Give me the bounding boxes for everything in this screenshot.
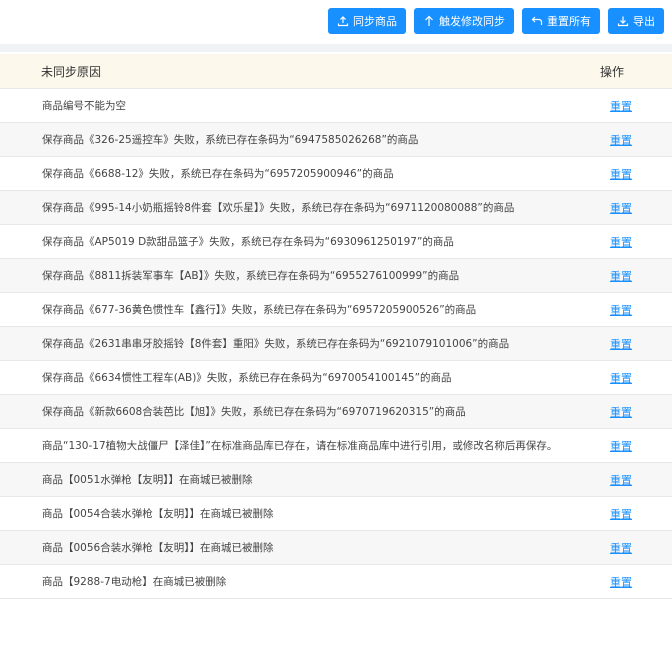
row-reset-link[interactable]: 重置 (610, 200, 672, 216)
row-reason: 商品编号不能为空 (42, 100, 126, 112)
table-row: 保存商品《677-36黄色惯性车【鑫行】》失败，系统已存在条码为“6957205… (0, 293, 672, 327)
table-row: 商品编号不能为空 重置 (0, 89, 672, 123)
row-reason: 保存商品《677-36黄色惯性车【鑫行】》失败，系统已存在条码为“6957205… (42, 304, 477, 316)
table-row: 保存商品《8811拆装军事车【AB】》失败，系统已存在条码为“695527610… (0, 259, 672, 293)
table-header: 未同步原因 操作 (0, 54, 672, 89)
arrow-up-icon (423, 15, 435, 27)
row-reset-link[interactable]: 重置 (610, 336, 672, 352)
row-reset-link[interactable]: 重置 (610, 302, 672, 318)
row-reset-link[interactable]: 重置 (610, 404, 672, 420)
table-row: 保存商品《AP5019 D款甜品篮子》失败，系统已存在条码为“693096125… (0, 225, 672, 259)
row-reset-link[interactable]: 重置 (610, 234, 672, 250)
table-row: 保存商品《326-25遥控车》失败，系统已存在条码为“6947585026268… (0, 123, 672, 157)
table-row: 商品【0054合装水弹枪【友明】】在商城已被删除 重置 (0, 497, 672, 531)
row-reset-link[interactable]: 重置 (610, 370, 672, 386)
table-row: 商品【9288-7电动枪】在商城已被删除 重置 (0, 565, 672, 599)
row-reason: 商品【0054合装水弹枪【友明】】在商城已被删除 (42, 508, 274, 520)
table-row: 保存商品《6688-12》失败，系统已存在条码为“6957205900946”的… (0, 157, 672, 191)
table-row: 保存商品《新款6608合装芭比【旭】》失败，系统已存在条码为“697071962… (0, 395, 672, 429)
reset-all-label: 重置所有 (547, 15, 591, 28)
undo-icon (531, 15, 543, 27)
row-reset-link[interactable]: 重置 (610, 438, 672, 454)
download-icon (617, 15, 629, 27)
table-row: 保存商品《995-14小奶瓶摇铃8件套【欢乐星】》失败，系统已存在条码为“697… (0, 191, 672, 225)
row-reason: 保存商品《2631串串牙胶摇铃【8件套】重阳》失败，系统已存在条码为“69210… (42, 338, 510, 350)
row-reason: 保存商品《326-25遥控车》失败，系统已存在条码为“6947585026268… (42, 134, 419, 146)
table-row: 保存商品《6634惯性工程车(AB)》失败，系统已存在条码为“697005410… (0, 361, 672, 395)
row-reset-link[interactable]: 重置 (610, 472, 672, 488)
row-reason: 保存商品《新款6608合装芭比【旭】》失败，系统已存在条码为“697071962… (42, 406, 466, 418)
row-reset-link[interactable]: 重置 (610, 98, 672, 114)
trigger-sync-label: 触发修改同步 (439, 15, 505, 28)
export-button[interactable]: 导出 (608, 8, 664, 34)
upload-icon (337, 15, 349, 27)
row-reason: 保存商品《AP5019 D款甜品篮子》失败，系统已存在条码为“693096125… (42, 236, 454, 248)
table-row: 商品【0051水弹枪【友明】】在商城已被删除 重置 (0, 463, 672, 497)
row-reason: 保存商品《8811拆装军事车【AB】》失败，系统已存在条码为“695527610… (42, 270, 460, 282)
table-row: 商品【0056合装水弹枪【友明】】在商城已被删除 重置 (0, 531, 672, 565)
toolbar: 同步商品 触发修改同步 重置所有 导出 (328, 8, 664, 34)
row-reason: 商品“130-17植物大战僵尸【泽佳】”在标准商品库已存在，请在标准商品库中进行… (42, 440, 558, 452)
column-header-action: 操作 (600, 64, 625, 79)
row-reason: 保存商品《995-14小奶瓶摇铃8件套【欢乐星】》失败，系统已存在条码为“697… (42, 202, 515, 214)
row-reason: 保存商品《6634惯性工程车(AB)》失败，系统已存在条码为“697005410… (42, 372, 452, 384)
section-divider (0, 44, 672, 52)
row-reset-link[interactable]: 重置 (610, 132, 672, 148)
row-reset-link[interactable]: 重置 (610, 506, 672, 522)
row-reason: 保存商品《6688-12》失败，系统已存在条码为“6957205900946”的… (42, 168, 394, 180)
trigger-sync-button[interactable]: 触发修改同步 (414, 8, 514, 34)
row-reason: 商品【0051水弹枪【友明】】在商城已被删除 (42, 474, 253, 486)
export-label: 导出 (633, 15, 655, 28)
row-reset-link[interactable]: 重置 (610, 268, 672, 284)
row-reason: 商品【0056合装水弹枪【友明】】在商城已被删除 (42, 542, 274, 554)
table-row: 商品“130-17植物大战僵尸【泽佳】”在标准商品库已存在，请在标准商品库中进行… (0, 429, 672, 463)
table-body: 商品编号不能为空 重置 保存商品《326-25遥控车》失败，系统已存在条码为“694… (0, 89, 672, 599)
unsynced-table: 未同步原因 操作 商品编号不能为空 重置 保存商品《326-25遥控车》失败，系统已… (0, 54, 672, 599)
column-header-reason: 未同步原因 (41, 64, 102, 79)
reset-all-button[interactable]: 重置所有 (522, 8, 600, 34)
sync-products-button[interactable]: 同步商品 (328, 8, 406, 34)
sync-products-label: 同步商品 (353, 15, 397, 28)
row-reset-link[interactable]: 重置 (610, 540, 672, 556)
table-row: 保存商品《2631串串牙胶摇铃【8件套】重阳》失败，系统已存在条码为“69210… (0, 327, 672, 361)
row-reason: 商品【9288-7电动枪】在商城已被删除 (42, 576, 227, 588)
row-reset-link[interactable]: 重置 (610, 166, 672, 182)
row-reset-link[interactable]: 重置 (610, 574, 672, 590)
